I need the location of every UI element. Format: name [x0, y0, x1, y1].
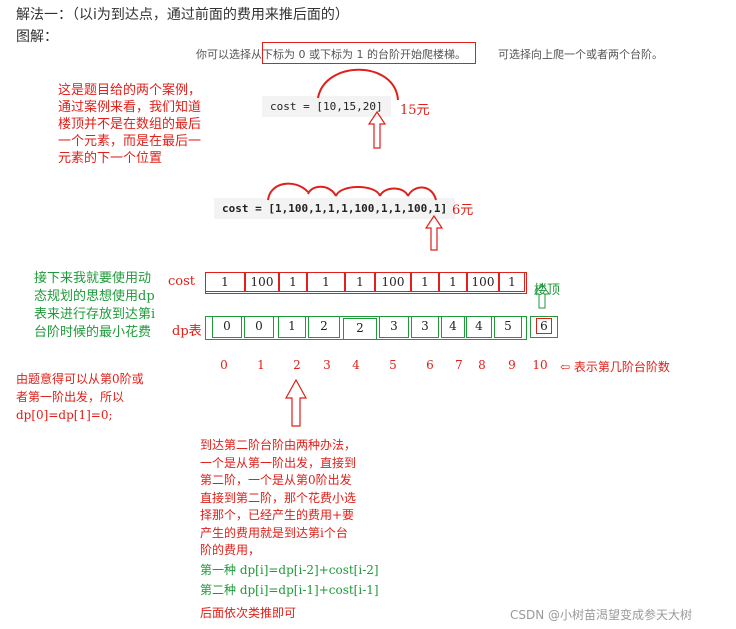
stair-index: 2 — [293, 358, 301, 372]
init-note-line: dp[0]=dp[1]=0; — [16, 408, 113, 422]
cost-cell: 100 — [375, 272, 411, 292]
stair-index: 6 — [426, 358, 434, 372]
init-note-line: 由题意得可以从第0阶或 — [16, 372, 144, 386]
up-arrow-icon — [424, 214, 444, 251]
stair-index: 4 — [352, 358, 360, 372]
jump-arc — [407, 186, 437, 201]
formulas: 第一种 dp[i]=dp[i-2]+cost[i-2] 第二种 dp[i]=dp… — [200, 560, 379, 600]
cost-cell: 100 — [467, 272, 499, 292]
explanation-line: 产生的费用就是到达第i个台 — [200, 525, 348, 540]
stair-index: 8 — [478, 358, 486, 372]
stair-index: 0 — [220, 358, 228, 372]
dp-cell: 3 — [411, 316, 439, 338]
dp-intro-line: 接下来我就要使用动 — [34, 271, 152, 286]
explanation-line: 一个是从第一阶出发，直接到 — [200, 455, 357, 470]
dp-cell: 2 — [343, 318, 377, 340]
stair-index: 10 — [532, 358, 548, 372]
init-note-line: 者第一阶出发，所以 — [16, 390, 125, 404]
dp-cell: 3 — [379, 316, 409, 338]
dp-cell: 4 — [441, 316, 465, 338]
formula-line: 第一种 dp[i]=dp[i-2]+cost[i-2] — [200, 563, 379, 577]
jump-arc — [267, 182, 309, 201]
explanation-line: 第二阶，一个是从第0阶出发 — [200, 473, 352, 487]
cost-row-label: cost — [168, 274, 196, 289]
cost-cell: 1 — [205, 272, 245, 292]
jump-arc — [317, 68, 399, 101]
cost-cell: 1 — [279, 272, 307, 292]
up-arrow-icon — [284, 378, 308, 427]
init-note: 由题意得可以从第0阶或 者第一阶出发，所以 dp[0]=dp[1]=0; — [16, 370, 144, 424]
dp-intro-line: 台阶时候的最小花费 — [34, 325, 152, 340]
dp-cell: 1 — [278, 316, 306, 338]
explanation: 到达第二阶台阶由两种办法， 一个是从第一阶出发，直接到 第二阶，一个是从第0阶出… — [200, 437, 356, 560]
dp-cell-top: 6 — [530, 316, 558, 338]
dp-cell: 2 — [308, 316, 340, 338]
cost-cell: 1 — [345, 272, 375, 292]
dp-cell: 4 — [466, 316, 492, 338]
cost-cell: 1 — [411, 272, 439, 292]
stair-index: 1 — [257, 358, 265, 372]
explanation-line: 择那个，已经产生的费用+要 — [200, 508, 355, 522]
stair-index: 5 — [389, 358, 397, 372]
stair-index: 7 — [455, 358, 463, 372]
jump-arc — [335, 186, 381, 197]
jump-arc — [379, 187, 409, 197]
dp-intro-note: 接下来我就要使用动 态规划的思想使用dp 表来进行存放到达第i 台阶时候的最小花… — [34, 270, 155, 342]
dp-cell: 5 — [494, 316, 522, 338]
watermark: CSDN @小树苗渴望变成参天大树 — [510, 608, 693, 622]
explanation-line: 直接到第二阶，那个花费小选 — [200, 490, 357, 505]
explanation-line: 到达第二阶台阶由两种办法， — [200, 438, 357, 452]
dp-cell: 0 — [244, 316, 274, 338]
explanation-line: 阶的费用， — [200, 543, 261, 557]
closing-note: 后面依次类推即可 — [200, 606, 297, 620]
formula-line: 第二种 dp[i]=dp[i-1]+cost[i-1] — [200, 583, 379, 597]
stair-index: 3 — [323, 358, 331, 372]
top-of-stairs-label: 楼顶 — [534, 283, 561, 298]
up-arrow-icon — [367, 110, 387, 149]
dp-intro-line: 态规划的思想使用dp — [34, 289, 155, 304]
dp-cell: 0 — [212, 316, 242, 338]
dp-top-value: 6 — [536, 318, 552, 334]
index-note: ⇦ 表示第几阶台阶数 — [560, 360, 670, 374]
dp-row-label: dp表 — [172, 324, 202, 339]
stair-index: 9 — [508, 358, 516, 372]
cost-cell: 1 — [439, 272, 467, 292]
cost-cell: 1 — [307, 272, 345, 292]
cost-cell: 100 — [245, 272, 279, 292]
dp-intro-line: 表来进行存放到达第i — [34, 307, 156, 322]
jump-arc — [307, 185, 337, 197]
cost-cell: 1 — [499, 272, 525, 292]
